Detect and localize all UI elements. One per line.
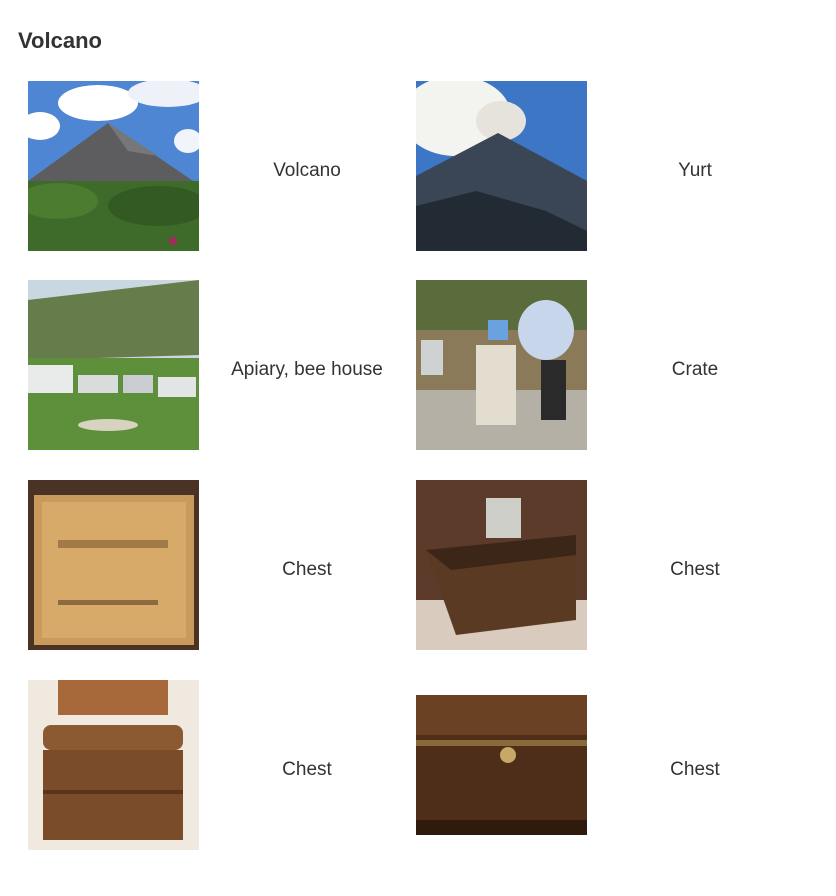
grid-label-1: Volcano [273, 160, 341, 181]
grid-label-8: Chest [670, 759, 720, 780]
erupting-volcano-image [416, 81, 587, 251]
caravan-field-image [28, 280, 199, 450]
old-chest-image [416, 680, 587, 850]
wooden-chest-image [28, 680, 199, 850]
beekeeper-image [416, 280, 587, 450]
grid-label-2: Yurt [678, 160, 712, 181]
grid-label-6: Chest [670, 559, 720, 580]
wooden-crate-image [28, 480, 199, 650]
grid-label-3: Apiary, bee house [231, 359, 383, 380]
grid-label-5: Chest [282, 559, 332, 580]
grid-label-4: Crate [671, 359, 719, 380]
grid-label-7: Chest [282, 759, 332, 780]
volcano-image [28, 81, 199, 251]
section-heading: Volcano [18, 28, 102, 53]
open-chest-image [416, 480, 587, 650]
